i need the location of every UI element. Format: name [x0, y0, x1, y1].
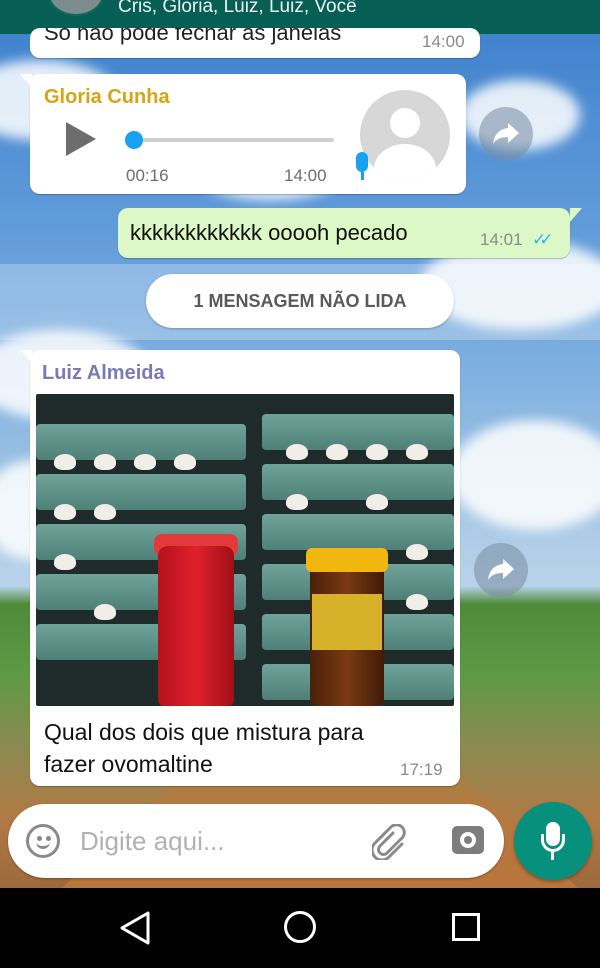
bubble-tail	[20, 74, 32, 88]
group-participants: Cris, Gloria, Luiz, Luiz, Você	[118, 0, 357, 17]
play-icon[interactable]	[66, 122, 96, 156]
voice-note-mic-icon	[356, 152, 368, 172]
recent-apps-icon[interactable]	[452, 913, 480, 941]
sender-name[interactable]: Gloria Cunha	[44, 86, 170, 109]
forward-icon[interactable]	[479, 107, 533, 161]
bubble-tail	[570, 208, 582, 222]
audio-progress-track[interactable]	[134, 138, 334, 142]
message-text: Só não pode fechar as janelas	[44, 28, 342, 45]
forward-icon[interactable]	[474, 543, 528, 597]
image-caption: Qual dos dois que mistura para fazer ovo…	[44, 719, 364, 777]
home-icon[interactable]	[284, 911, 316, 943]
sender-avatar	[360, 90, 450, 180]
message-bubble-previous[interactable]: Só não pode fechar as janelas 14:00	[30, 28, 480, 58]
sender-name[interactable]: Luiz Almeida	[42, 362, 165, 385]
shared-photo[interactable]	[36, 394, 454, 706]
paperclip-icon[interactable]	[372, 824, 412, 860]
read-receipt-icon: ✓✓	[532, 230, 553, 249]
audio-duration: 00:16	[126, 166, 169, 185]
microphone-button[interactable]	[514, 802, 592, 880]
bubble-tail	[20, 350, 32, 364]
message-text: kkkkkkkkkkkk ooooh pecado	[130, 220, 408, 245]
camera-icon[interactable]	[452, 826, 484, 854]
audio-message-bubble[interactable]: Gloria Cunha 00:16 14:00	[20, 74, 466, 194]
emoji-icon[interactable]	[26, 824, 60, 858]
group-avatar[interactable]	[48, 0, 104, 16]
message-time: 14:00	[284, 166, 327, 185]
message-composer[interactable]: Digite aqui...	[8, 804, 504, 878]
message-time: 17:19	[400, 760, 443, 779]
image-message-bubble[interactable]: Luiz Almeida Qual dos dois que mistura p…	[20, 350, 460, 786]
unread-messages-badge: 1 MENSAGEM NÃO LIDA	[146, 274, 454, 328]
message-input[interactable]: Digite aqui...	[80, 826, 225, 857]
back-icon[interactable]	[118, 910, 152, 946]
message-time: 14:00	[422, 32, 465, 51]
outgoing-message-bubble[interactable]: kkkkkkkkkkkk ooooh pecado 14:01 ✓✓	[118, 208, 582, 258]
audio-seek-handle[interactable]	[125, 131, 143, 149]
message-time: 14:01	[480, 230, 523, 249]
